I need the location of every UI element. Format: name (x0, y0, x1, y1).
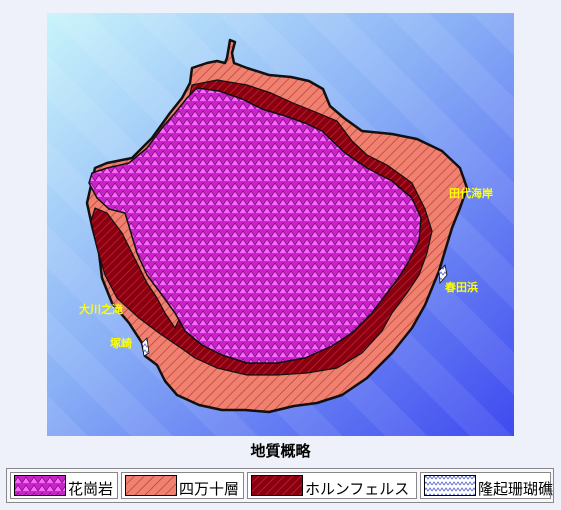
reef-zigzag-swatch (424, 475, 476, 496)
legend-item-hornfels: ホルンフェルス (247, 472, 417, 499)
legend-label-shimanto: 四万十層 (179, 480, 240, 498)
legend-label-hornfels: ホルンフェルス (305, 480, 410, 498)
granite-pattern-swatch (14, 475, 66, 496)
legend: 花崗岩 四万十層 ホルンフェルス 隆起珊瑚礁 (6, 468, 554, 503)
legend-item-raised-coral-reef: 隆起珊瑚礁 (420, 472, 554, 499)
hornfels-hatch-swatch (251, 475, 303, 496)
place-label-harutahama: 春田浜 (445, 280, 478, 294)
place-label-tsukazaki: 塚崎 (110, 336, 132, 350)
legend-item-granite: 花崗岩 (10, 472, 118, 499)
legend-item-shimanto: 四万十層 (121, 472, 244, 499)
place-label-okawanotaki: 大川之滝 (79, 302, 123, 316)
legend-label-granite: 花崗岩 (68, 480, 114, 498)
shimanto-hatch-swatch (125, 475, 177, 496)
geology-map: 田代海岸 春田浜 大川之滝 塚崎 (47, 13, 514, 436)
place-label-tashiro: 田代海岸 (449, 186, 493, 200)
map-caption: 地質概略 (250, 442, 311, 460)
legend-label-raised-coral-reef: 隆起珊瑚礁 (478, 480, 554, 498)
